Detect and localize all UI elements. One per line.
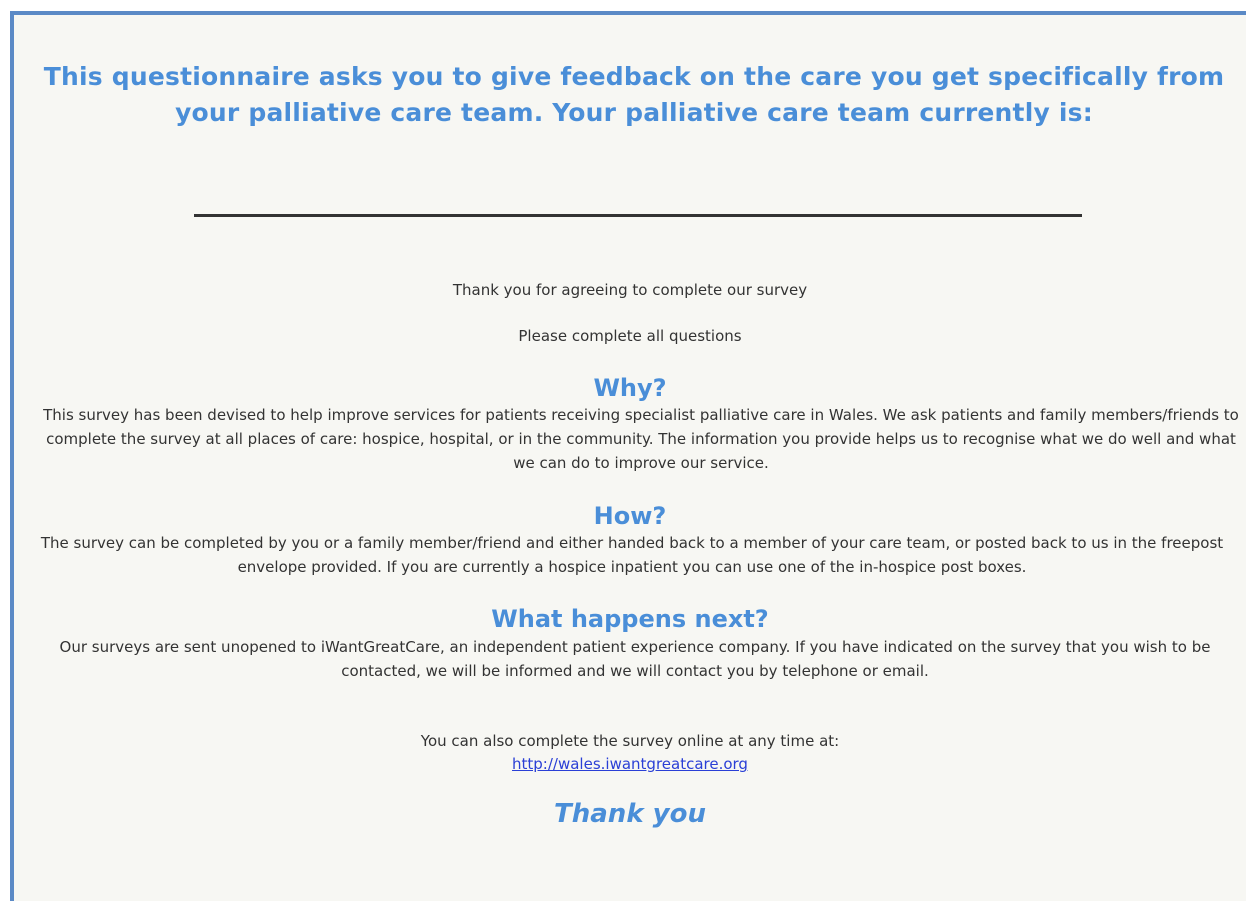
questionnaire-page: This questionnaire asks you to give feed… [10,11,1246,901]
survey-website-link[interactable]: http://wales.iwantgreatcare.org [512,755,748,773]
closing-thank-you: Thank you [554,799,706,829]
why-title: Why? [593,374,667,402]
how-title: How? [593,502,667,530]
why-body: This survey has been devised to help imp… [43,406,1239,472]
what-happens-next-title: What happens next? [491,605,769,633]
instruction-line: Please complete all questions [518,327,742,345]
how-body: The survey can be completed by you or a … [40,534,1224,576]
team-name-blank-line [194,214,1082,217]
online-link-line: http://wales.iwantgreatcare.org [14,752,1246,776]
page-heading: This questionnaire asks you to give feed… [43,62,1225,127]
what-happens-next-body: Our surveys are sent unopened to iWantGr… [59,638,1211,680]
thank-you-line: Thank you for agreeing to complete our s… [452,281,808,299]
online-text: You can also complete the survey online … [420,732,840,750]
